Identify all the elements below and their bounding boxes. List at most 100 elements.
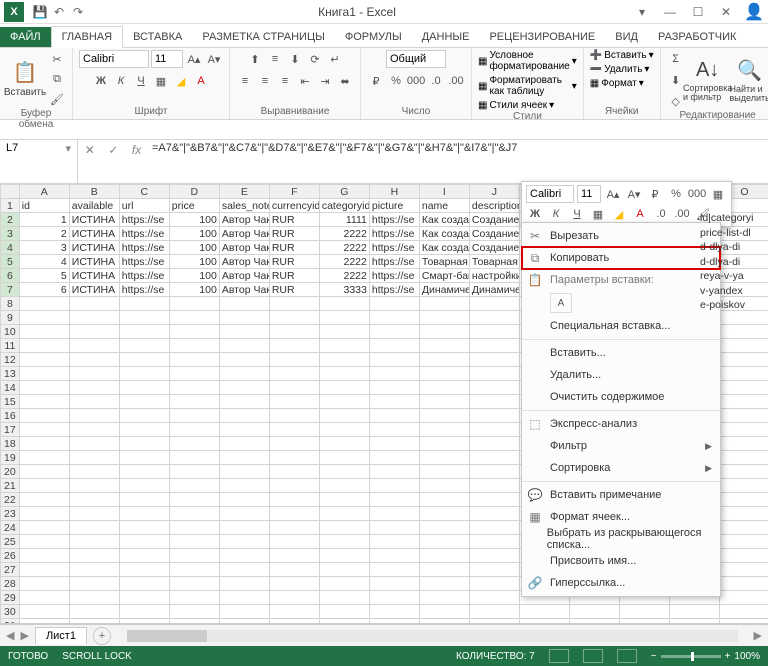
cell[interactable]: https://se <box>369 283 419 297</box>
cell[interactable] <box>419 493 469 507</box>
cell[interactable] <box>269 423 319 437</box>
cell[interactable]: name <box>419 199 469 213</box>
cell[interactable] <box>319 451 369 465</box>
cell[interactable] <box>169 507 219 521</box>
cell[interactable] <box>369 409 419 423</box>
font-name-select[interactable] <box>79 50 149 68</box>
row-header[interactable]: 18 <box>1 437 20 451</box>
cell[interactable] <box>369 619 419 625</box>
cell[interactable] <box>69 353 119 367</box>
cell[interactable] <box>469 297 519 311</box>
cell-styles-button[interactable]: ▦ Стили ячеек ▾ <box>478 100 554 111</box>
cell[interactable] <box>19 465 69 479</box>
cell[interactable] <box>119 339 169 353</box>
cell[interactable] <box>119 423 169 437</box>
undo-icon[interactable]: ↶ <box>51 4 67 20</box>
new-sheet-button[interactable]: + <box>93 627 111 645</box>
cell[interactable] <box>219 521 269 535</box>
cell[interactable] <box>419 297 469 311</box>
cell[interactable] <box>169 619 219 625</box>
cell[interactable] <box>269 325 319 339</box>
cell[interactable]: Создание и оптими <box>469 227 519 241</box>
cell[interactable] <box>469 325 519 339</box>
mini-bold-button[interactable]: Ж <box>526 205 544 223</box>
percent-icon[interactable]: % <box>387 72 405 90</box>
paste-default-icon[interactable]: A <box>550 293 572 313</box>
cell[interactable]: Создание и оптими <box>469 241 519 255</box>
cell[interactable]: RUR <box>269 255 319 269</box>
row-header[interactable]: 14 <box>1 381 20 395</box>
cell[interactable] <box>719 507 768 521</box>
cell[interactable] <box>469 493 519 507</box>
cell[interactable] <box>719 381 768 395</box>
cell[interactable] <box>19 507 69 521</box>
cell[interactable] <box>119 563 169 577</box>
sort-filter-button[interactable]: A↓Сортировка и фильтр <box>689 55 727 105</box>
sheet-nav-next-icon[interactable]: ▶ <box>20 629 28 642</box>
find-select-button[interactable]: 🔍Найти и выделить <box>731 55 768 105</box>
cell[interactable] <box>519 619 569 625</box>
row-header[interactable]: 4 <box>1 241 20 255</box>
cell[interactable] <box>169 423 219 437</box>
cell[interactable] <box>69 409 119 423</box>
cell[interactable] <box>119 367 169 381</box>
cell[interactable] <box>69 367 119 381</box>
cell[interactable] <box>569 605 619 619</box>
cell[interactable] <box>319 353 369 367</box>
view-pagebreak-icon[interactable] <box>617 649 637 663</box>
row-header[interactable]: 28 <box>1 577 20 591</box>
horizontal-scrollbar[interactable] <box>127 630 738 642</box>
cell[interactable] <box>69 451 119 465</box>
cell[interactable] <box>719 423 768 437</box>
ctx-quick-analysis[interactable]: ⬚Экспресс-анализ <box>522 413 720 435</box>
cell[interactable] <box>319 479 369 493</box>
conditional-formatting-button[interactable]: ▦ Условное форматирование ▾ <box>478 50 577 72</box>
cell[interactable] <box>269 507 319 521</box>
cell[interactable]: description <box>469 199 519 213</box>
cell[interactable]: https://se <box>119 227 169 241</box>
ctx-format-cells[interactable]: ▦Формат ячеек... <box>522 506 720 528</box>
cell[interactable]: ИСТИНА <box>69 269 119 283</box>
cell[interactable]: RUR <box>269 241 319 255</box>
cell[interactable] <box>169 563 219 577</box>
cell[interactable]: Динамические объ <box>469 283 519 297</box>
cell[interactable] <box>719 353 768 367</box>
cell[interactable] <box>469 437 519 451</box>
mini-font-size[interactable] <box>577 185 601 203</box>
cell[interactable] <box>69 591 119 605</box>
mini-border-icon[interactable]: ▦ <box>589 205 607 223</box>
cell[interactable] <box>19 367 69 381</box>
cell[interactable] <box>169 549 219 563</box>
cell[interactable]: price <box>169 199 219 213</box>
decrease-font-icon[interactable]: A▾ <box>205 50 223 68</box>
cell[interactable]: RUR <box>269 227 319 241</box>
cell[interactable] <box>369 563 419 577</box>
cell[interactable] <box>69 479 119 493</box>
tab-home[interactable]: ГЛАВНАЯ <box>51 26 123 48</box>
cell[interactable] <box>19 409 69 423</box>
italic-button[interactable]: К <box>112 72 130 90</box>
cell[interactable]: https://se <box>369 269 419 283</box>
cell[interactable] <box>219 591 269 605</box>
cell[interactable] <box>419 507 469 521</box>
cell[interactable]: Как созда <box>419 241 469 255</box>
cell[interactable] <box>469 619 519 625</box>
cell[interactable]: https://se <box>369 227 419 241</box>
mini-font-name[interactable] <box>526 185 574 203</box>
cell[interactable] <box>419 465 469 479</box>
cell[interactable] <box>469 507 519 521</box>
cell[interactable] <box>19 339 69 353</box>
mini-increase-decimal-icon[interactable]: .00 <box>673 205 691 223</box>
mini-comma-icon[interactable]: 000 <box>688 185 706 203</box>
row-header[interactable]: 23 <box>1 507 20 521</box>
cell[interactable] <box>169 339 219 353</box>
font-size-select[interactable] <box>151 50 183 68</box>
cell[interactable] <box>419 605 469 619</box>
cell[interactable]: ИСТИНА <box>69 213 119 227</box>
cell[interactable] <box>169 591 219 605</box>
row-header[interactable]: 25 <box>1 535 20 549</box>
cell[interactable] <box>269 535 319 549</box>
cell[interactable] <box>719 451 768 465</box>
cell[interactable]: 2222 <box>319 227 369 241</box>
scrollbar-thumb[interactable] <box>127 630 207 642</box>
